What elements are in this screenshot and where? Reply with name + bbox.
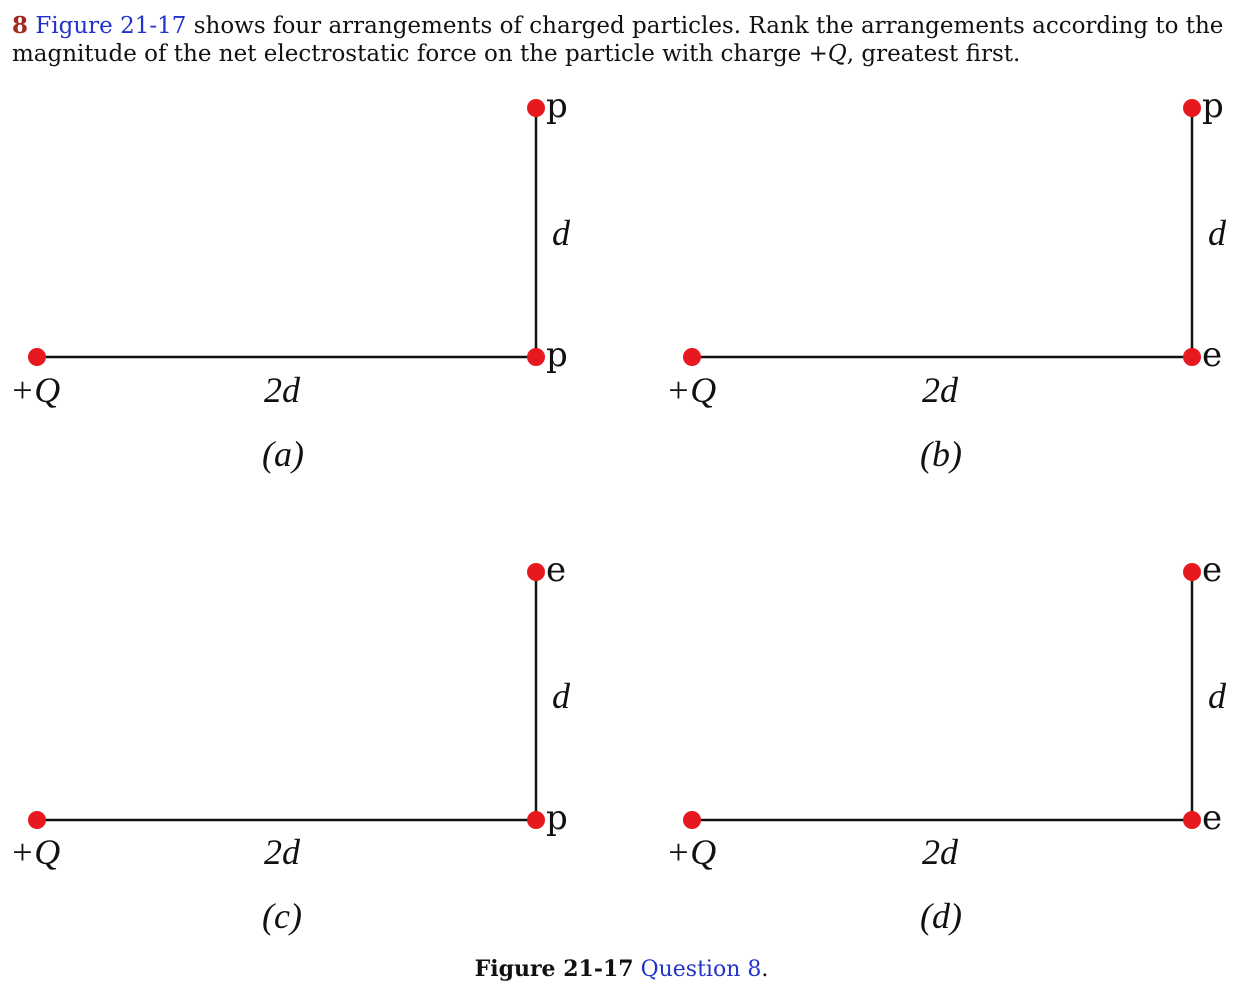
panel-a: p p d +Q 2d (a) [10,86,571,474]
caption-figure-label: Figure 21-17 [474,956,634,982]
figure-21-17: p p d +Q 2d (a) e p d +Q 2d (b) p e d +Q… [10,86,1227,936]
corner-particle [1183,348,1201,366]
vertical-distance-label: d [1208,676,1227,716]
horizontal-distance-label: 2d [264,832,301,872]
panel-label: (a) [262,434,304,474]
charge-q-particle [28,348,46,366]
panel-label: (c) [262,896,302,936]
horizontal-distance-label: 2d [922,832,959,872]
charge-q-particle [683,348,701,366]
corner-particle [1183,811,1201,829]
question-link[interactable]: Question 8 [641,957,762,982]
vertical-distance-label: d [552,676,571,716]
figure-caption: Figure 21-17 Question 8. [0,956,1243,982]
vertical-distance-label: d [1208,213,1227,253]
top-particle-label: e [546,550,566,590]
corner-particle-label: p [546,335,568,375]
top-particle [1183,563,1201,581]
top-particle-label: e [1202,550,1222,590]
top-particle-label: p [546,86,568,126]
charge-q-label: +Q [666,370,716,410]
corner-particle-label: p [546,798,568,838]
charge-q-label: +Q [10,370,60,410]
charge-q-label: +Q [10,832,60,872]
charge-q-label: +Q [666,832,716,872]
panel-d: e e d +Q 2d (d) [666,550,1227,936]
charge-q-particle [28,811,46,829]
corner-particle-label: e [1202,798,1222,838]
corner-particle-label: e [1202,335,1222,375]
panel-label: (b) [920,434,962,474]
vertical-distance-label: d [552,213,571,253]
corner-particle [527,811,545,829]
horizontal-distance-label: 2d [922,370,959,410]
panel-label: (d) [920,896,962,936]
charge-q-particle [683,811,701,829]
top-particle [1183,99,1201,117]
top-particle [527,99,545,117]
top-particle [527,563,545,581]
top-particle-label: p [1202,86,1224,126]
horizontal-distance-label: 2d [264,370,301,410]
panel-b: e p d +Q 2d (b) [666,86,1227,474]
corner-particle [527,348,545,366]
caption-end: . [761,957,769,982]
panel-c: p e d +Q 2d (c) [10,550,571,936]
